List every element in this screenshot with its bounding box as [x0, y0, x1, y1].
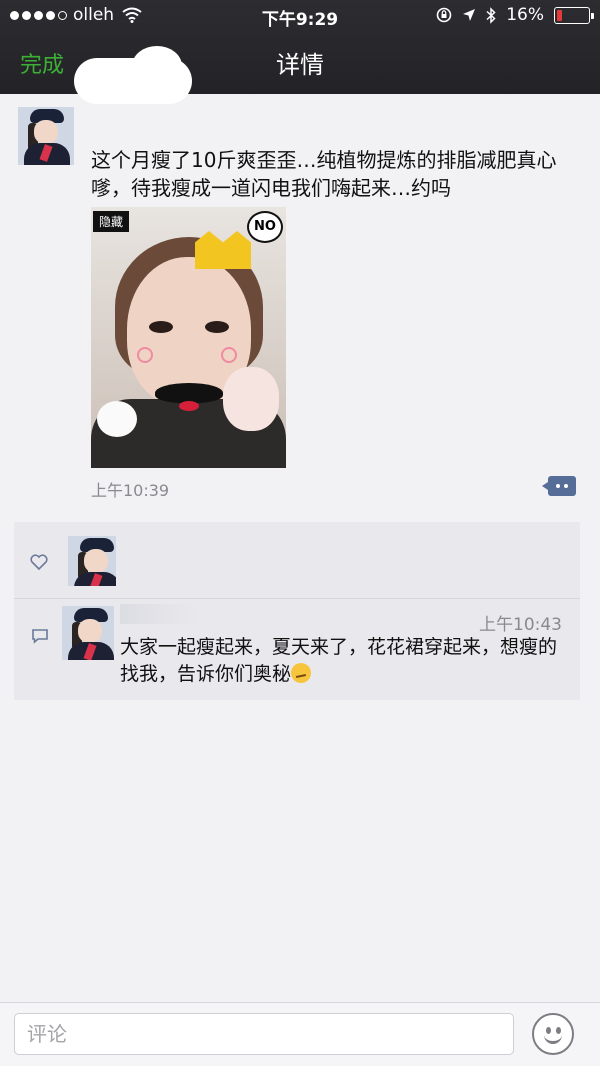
comment-input[interactable]	[14, 1013, 514, 1055]
comment-bubble-icon	[32, 629, 48, 644]
post-timestamp: 上午10:39	[91, 481, 170, 500]
battery-tip	[591, 12, 594, 19]
photo-right-eye	[205, 321, 229, 333]
mustache-sticker	[155, 383, 223, 403]
post-text: 这个月瘦了10斤爽歪歪…纯植物提炼的排脂减肥真心嗲，待我瘦成一道闪电我们嗨起来……	[91, 148, 557, 200]
emoji-smile	[544, 1035, 562, 1044]
more-dot	[564, 484, 568, 488]
hidden-tag-label: 隐藏	[93, 211, 130, 232]
post-photo[interactable]: NO 隐藏	[91, 207, 286, 468]
comment-text: 大家一起瘦起来，夏天来了，花花裙穿起来，想瘦的找我，告诉你们奥秘	[120, 636, 558, 685]
smoke-puff-sticker	[97, 401, 137, 437]
emoji-eye	[546, 1027, 551, 1034]
photo-blush-sticker	[137, 347, 153, 363]
emoji-eye	[556, 1027, 561, 1034]
post-author-avatar[interactable]	[18, 107, 74, 165]
more-dot	[556, 484, 560, 488]
avatar-face	[84, 549, 108, 573]
rotation-lock-icon	[436, 7, 452, 23]
battery-percent: 16%	[506, 5, 544, 25]
emoji-button[interactable]	[532, 1013, 574, 1055]
likes-comments-panel: 上午10:43 大家一起瘦起来，夏天来了，花花裙穿起来，想瘦的找我，告诉你们奥秘	[14, 522, 580, 700]
bluetooth-icon	[486, 6, 496, 24]
liker-avatar[interactable]	[68, 536, 116, 586]
comment-input-bar	[0, 1002, 600, 1066]
avatar-face	[34, 120, 58, 144]
no-speech-bubble-sticker: NO	[247, 211, 283, 243]
location-arrow-icon	[463, 9, 476, 21]
heart-icon	[30, 554, 48, 570]
status-right: 16%	[436, 5, 594, 25]
comment-timestamp: 上午10:43	[479, 615, 562, 635]
battery-level	[557, 9, 562, 21]
commenter-avatar[interactable]	[62, 606, 114, 660]
status-bar: olleh 下午9:29 16%	[0, 0, 600, 32]
commenter-name-redacted	[120, 604, 200, 624]
photo-lips	[179, 401, 199, 411]
more-actions-button[interactable]	[542, 476, 576, 496]
divider	[14, 598, 580, 599]
battery-icon	[554, 6, 594, 24]
redaction-blob	[74, 46, 192, 104]
comment-item[interactable]: 大家一起瘦起来，夏天来了，花花裙穿起来，想瘦的找我，告诉你们奥秘	[120, 634, 570, 688]
photo-blush-sticker	[221, 347, 237, 363]
photo-left-eye	[149, 321, 173, 333]
thinking-emoji-icon	[291, 663, 312, 683]
photo-flower-corsage	[223, 367, 279, 431]
avatar-face	[78, 619, 102, 643]
